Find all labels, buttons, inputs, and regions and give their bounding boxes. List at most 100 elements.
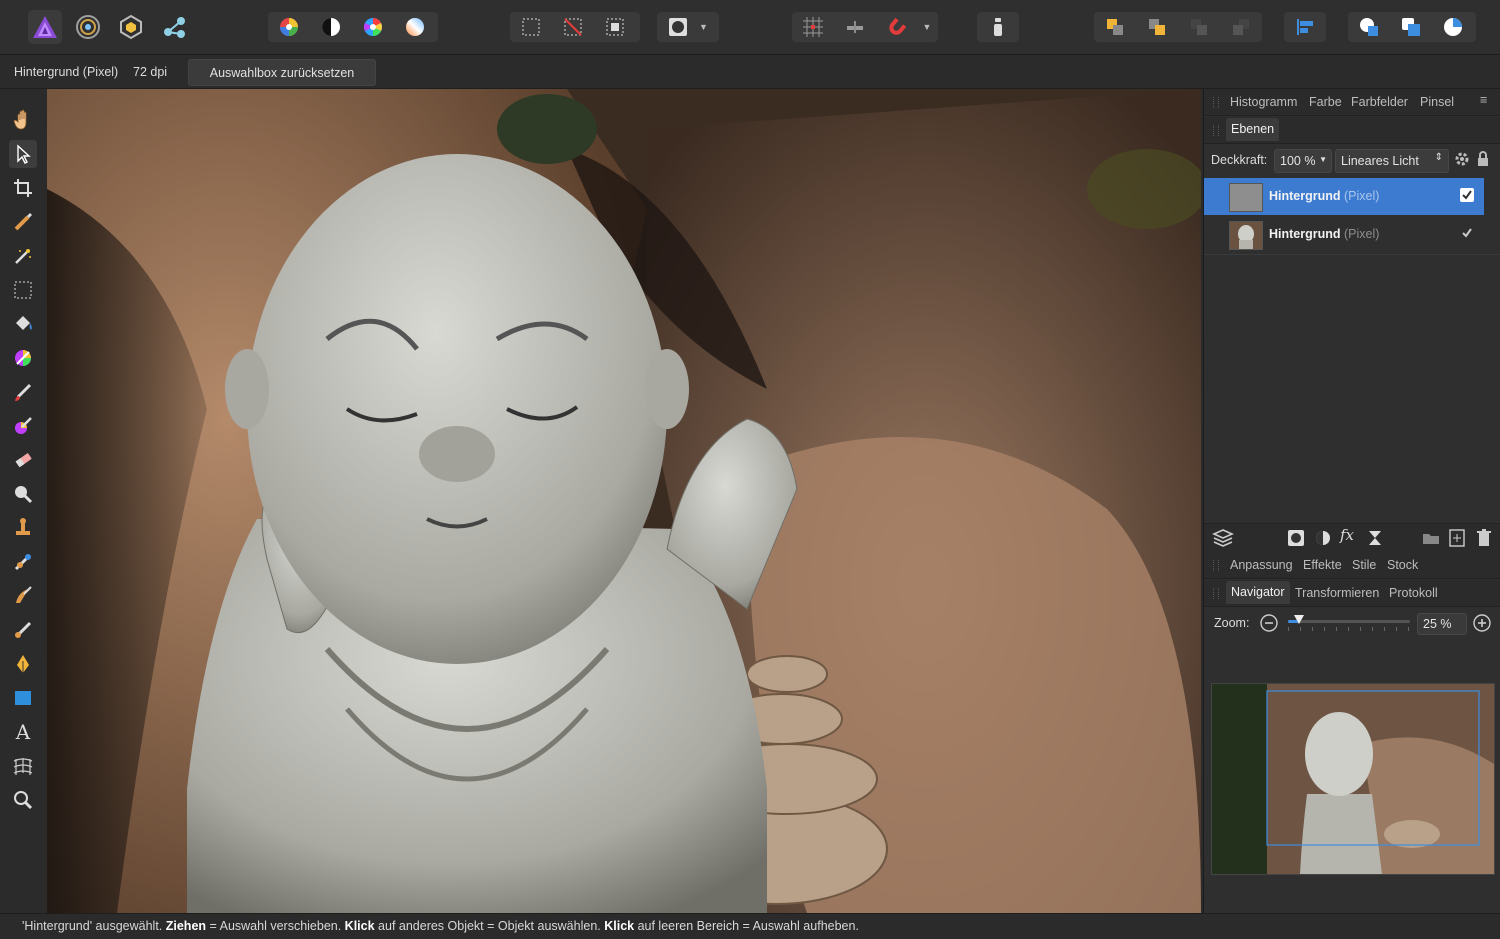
- opacity-field[interactable]: 100 % ▼: [1274, 149, 1332, 173]
- tab-navigator[interactable]: Navigator: [1226, 581, 1290, 604]
- rectangle-icon[interactable]: [9, 684, 37, 712]
- affinity-photo-icon[interactable]: [28, 10, 62, 44]
- align-icon[interactable]: [1284, 12, 1326, 42]
- tab-history[interactable]: Protokoll: [1389, 586, 1438, 600]
- tab-layers[interactable]: Ebenen: [1226, 118, 1280, 141]
- smudge-icon[interactable]: [9, 582, 37, 610]
- subtract-shape-icon[interactable]: [1390, 12, 1432, 42]
- reset-selection-box-button[interactable]: Auswahlbox zurücksetzen: [188, 59, 376, 86]
- clone-icon[interactable]: [9, 514, 37, 542]
- tab-transform[interactable]: Transformieren: [1295, 586, 1379, 600]
- zoom-icon[interactable]: [9, 786, 37, 814]
- status-text-part: Klick: [604, 919, 635, 933]
- move-back-icon[interactable]: [1136, 12, 1178, 42]
- liquify-persona-icon[interactable]: [71, 10, 105, 44]
- panel-grip-icon[interactable]: [1213, 588, 1219, 599]
- boolean-group: [1348, 12, 1476, 42]
- snap-icon[interactable]: [834, 12, 876, 42]
- paint-brush-icon[interactable]: [9, 378, 37, 406]
- intersect-shape-icon[interactable]: [1432, 12, 1474, 42]
- zoom-value-field[interactable]: 25 %: [1417, 613, 1467, 635]
- color-replace-icon[interactable]: [9, 412, 37, 440]
- info-icon[interactable]: [977, 12, 1019, 42]
- photo-image: [47, 89, 1201, 913]
- saturation-icon[interactable]: [352, 12, 394, 42]
- add-shape-icon[interactable]: [1348, 12, 1390, 42]
- deselect-icon[interactable]: [552, 12, 594, 42]
- tab-effects[interactable]: Effekte: [1303, 558, 1342, 572]
- visibility-checkbox[interactable]: [1460, 188, 1474, 202]
- navigator-preview[interactable]: [1211, 683, 1495, 875]
- zoom-in-icon[interactable]: [1473, 614, 1491, 635]
- quick-mask-icon[interactable]: [657, 12, 699, 42]
- contrast-icon[interactable]: [310, 12, 352, 42]
- magic-wand-icon[interactable]: [9, 242, 37, 270]
- zoom-out-icon[interactable]: [1260, 614, 1278, 635]
- dodge-icon[interactable]: [9, 480, 37, 508]
- layers-stack-icon[interactable]: [1212, 528, 1234, 551]
- crop-icon[interactable]: [9, 174, 37, 202]
- layer-item[interactable]: Hintergrund (Pixel): [1204, 216, 1486, 253]
- marquee-icon[interactable]: [510, 12, 552, 42]
- panel-grip-icon[interactable]: [1213, 125, 1219, 136]
- mesh-warp-icon[interactable]: [9, 752, 37, 780]
- move-to-back-icon[interactable]: [1094, 12, 1136, 42]
- marquee-select-icon[interactable]: [9, 276, 37, 304]
- chevron-down-icon[interactable]: ▼: [699, 22, 713, 32]
- panel-grip-icon[interactable]: [1213, 97, 1219, 108]
- arrange-group: [1094, 12, 1262, 42]
- status-bar: 'Hintergrund' ausgewählt. Ziehen = Auswa…: [0, 913, 1500, 939]
- tab-brushes[interactable]: Pinsel: [1420, 95, 1454, 109]
- tab-styles[interactable]: Stile: [1352, 558, 1376, 572]
- hand-icon[interactable]: [9, 106, 37, 134]
- develop-persona-icon[interactable]: [114, 10, 148, 44]
- color-wheel-icon[interactable]: [268, 12, 310, 42]
- move-to-front-icon[interactable]: [1220, 12, 1262, 42]
- erase-icon[interactable]: [9, 446, 37, 474]
- tab-color[interactable]: Farbe: [1309, 95, 1342, 109]
- white-balance-icon[interactable]: [394, 12, 436, 42]
- lock-icon[interactable]: [1477, 151, 1489, 170]
- trash-icon[interactable]: [1477, 529, 1491, 550]
- selection-group: [510, 12, 640, 42]
- tab-adjustments[interactable]: Anpassung: [1230, 558, 1293, 572]
- folder-icon[interactable]: [1422, 531, 1440, 548]
- layer-item-selected[interactable]: Hintergrund (Pixel): [1204, 178, 1484, 215]
- flood-fill-icon[interactable]: [9, 310, 37, 338]
- layer-info-label: Hintergrund (Pixel): [14, 65, 119, 79]
- mixer-brush-icon[interactable]: [9, 616, 37, 644]
- export-persona-icon[interactable]: [157, 10, 191, 44]
- add-layer-icon[interactable]: [1449, 529, 1465, 550]
- panel-menu-icon[interactable]: ≡: [1480, 93, 1487, 107]
- chevron-down-icon[interactable]: ▼: [918, 22, 936, 32]
- color-picker-icon[interactable]: [9, 344, 37, 372]
- zoom-slider[interactable]: [1288, 615, 1410, 624]
- text-icon[interactable]: A: [9, 718, 37, 746]
- tab-swatches[interactable]: Farbfelder: [1351, 95, 1408, 109]
- gear-icon[interactable]: [1454, 151, 1470, 170]
- document-canvas[interactable]: [47, 89, 1201, 913]
- selection-brush-icon[interactable]: [9, 208, 37, 236]
- panel-grip-icon[interactable]: [1213, 560, 1219, 571]
- move-icon[interactable]: [9, 140, 37, 168]
- invert-selection-icon[interactable]: [594, 12, 636, 42]
- healing-icon[interactable]: [9, 548, 37, 576]
- blend-mode-select[interactable]: Lineares Licht ⇕: [1335, 149, 1449, 173]
- grid-icon[interactable]: [792, 12, 834, 42]
- live-filter-icon[interactable]: fx: [1340, 526, 1354, 544]
- layers-tab-row: Ebenen: [1204, 117, 1500, 144]
- layers-actions-bar: fx: [1204, 523, 1500, 552]
- tab-stock[interactable]: Stock: [1387, 558, 1418, 572]
- mask-layer-icon[interactable]: [1288, 530, 1304, 549]
- layer-name-text: Hintergrund: [1269, 227, 1341, 241]
- pen-icon[interactable]: [9, 650, 37, 678]
- magnet-icon[interactable]: [876, 12, 918, 42]
- zoom-ticks: [1288, 627, 1410, 631]
- move-forward-icon[interactable]: [1178, 12, 1220, 42]
- live-filter-layer-icon[interactable]: [1367, 530, 1383, 549]
- layer-name-text: Hintergrund: [1269, 189, 1341, 203]
- visibility-checkbox[interactable]: [1460, 226, 1474, 240]
- adjustment-layer-icon[interactable]: [1315, 530, 1331, 549]
- zoom-slider-handle[interactable]: [1294, 615, 1305, 624]
- tab-histogram[interactable]: Histogramm: [1230, 95, 1297, 109]
